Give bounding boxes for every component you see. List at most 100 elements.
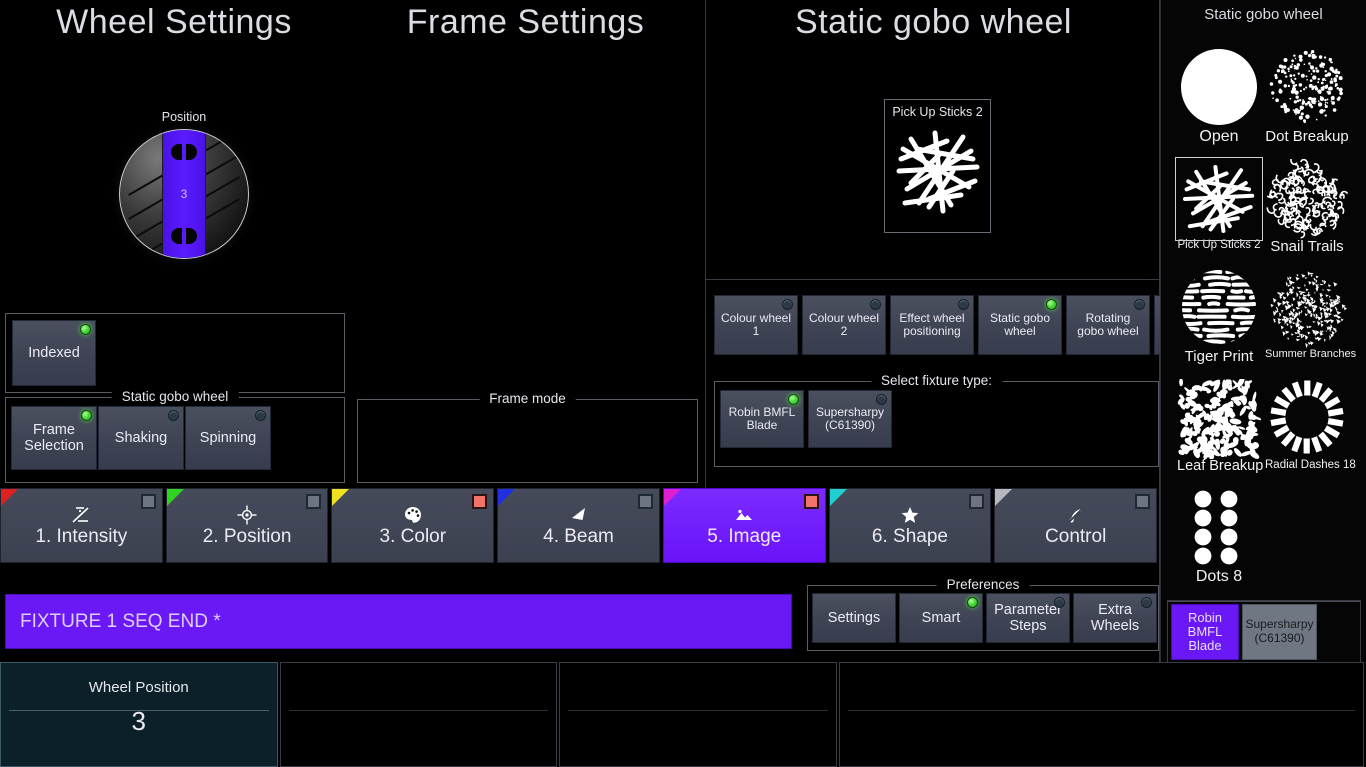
button-robin-bmfl-blade-label: Robin BMFL Blade [728, 404, 796, 432]
tab-control[interactable]: Control [994, 488, 1158, 563]
gobo-art-open [1177, 49, 1261, 129]
encoder-wheel-position[interactable]: Wheel Position 3 [0, 662, 278, 767]
button-shaking[interactable]: Shaking [98, 406, 184, 470]
encoder-3[interactable] [559, 662, 837, 767]
palette-icon [402, 503, 424, 527]
sidebar-button-supersharpy[interactable]: Supersharpy (C61390) [1242, 604, 1317, 660]
tab-indicator-position[interactable] [306, 494, 322, 509]
tab-corner-image [663, 489, 681, 506]
led-shaking [168, 410, 179, 421]
tab-beam[interactable]: 4. Beam [497, 488, 660, 563]
gobo-item-pick-up-sticks-2[interactable]: Pick Up Sticks 2 [1175, 157, 1263, 251]
tab-color[interactable]: 3. Color [331, 488, 495, 563]
button-robin-bmfl-blade[interactable]: Robin BMFL Blade [720, 390, 804, 448]
position-wheel[interactable]: 3 [119, 129, 249, 259]
gobo-item-tiger-print[interactable]: Tiger Print [1177, 269, 1261, 365]
button-shaking-label: Shaking [114, 429, 168, 446]
tab-corner-intensity [1, 489, 18, 506]
tab-indicator-color[interactable] [472, 494, 488, 509]
star-icon [899, 503, 921, 527]
gobo-art-radial-dashes-18 [1265, 379, 1349, 459]
button-effect-wheel-positioning[interactable]: Effect wheel positioning [890, 295, 974, 355]
gobo-art-leaf-breakup [1177, 377, 1262, 461]
led-supersharpy [876, 394, 887, 405]
gobo-item-radial-dashes-18[interactable]: Radial Dashes 18 [1265, 379, 1356, 471]
button-parameter-steps-label: Parameter Steps [994, 601, 1062, 634]
gobo-item-leaf-breakup[interactable]: Leaf Breakup [1177, 377, 1263, 474]
button-rotating-gobo-wheel-label: Rotating gobo wheel [1077, 310, 1139, 338]
encoder-3-name [560, 663, 836, 679]
led-static-gobo-wheel [1046, 299, 1057, 310]
encoder-wheel-position-value: 3 [131, 706, 146, 736]
tab-indicator-control[interactable] [1135, 494, 1151, 509]
led-frame-selection [81, 410, 92, 421]
gobo-item-dot-breakup[interactable]: Dot Breakup [1265, 49, 1349, 145]
wheel-mode-group: Indexed [5, 313, 345, 393]
encoder-2[interactable] [279, 662, 558, 767]
gobo-grid: Open Dot Breakup Pick Up Sticks 2 Snail … [1161, 23, 1366, 602]
gobo-label-snail-trails: Snail Trails [1270, 238, 1344, 255]
gobo-sidebar-title: Static gobo wheel [1204, 6, 1323, 23]
gobo-label-dots-8: Dots 8 [1195, 568, 1243, 585]
frame-settings-title: Frame Settings [406, 3, 645, 41]
frame-mode-group-caption: Frame mode [479, 391, 576, 406]
tab-shape[interactable]: 6. Shape [828, 488, 992, 563]
tab-shape-label: 6. Shape [871, 526, 948, 547]
gobo-item-open[interactable]: Open [1177, 49, 1261, 146]
button-colour-wheel-2-label: Colour wheel 2 [808, 310, 880, 338]
preferences-caption: Preferences [936, 577, 1030, 592]
button-smart-label: Smart [921, 609, 961, 626]
button-frame-selection[interactable]: Frame Selection [11, 406, 97, 470]
tab-indicator-beam[interactable] [637, 494, 653, 509]
tab-image[interactable]: 5. Image [662, 488, 826, 563]
static-gobo-wheel-group-caption: Static gobo wheel [111, 389, 239, 404]
button-smart[interactable]: Smart [899, 593, 983, 643]
button-extra-wheels-label: Extra Wheels [1090, 601, 1140, 634]
position-wheel-widget[interactable]: Position 3 [119, 110, 249, 259]
intensity-icon [70, 503, 92, 527]
button-static-gobo-wheel[interactable]: Static gobo wheel [978, 295, 1062, 355]
control-icon [1065, 503, 1087, 527]
tab-corner-position [166, 489, 184, 506]
tab-beam-label: 4. Beam [543, 526, 614, 547]
parameter-tab-bar: 1. Intensity 2. Position 3. Color 4. Bea… [0, 488, 1160, 563]
led-colour-wheel-2 [870, 299, 881, 310]
sequence-bar[interactable]: FIXTURE 1 SEQ END * [5, 594, 792, 649]
sidebar-button-robin-bmfl-blade[interactable]: Robin BMFL Blade [1171, 604, 1239, 660]
tab-position-label: 2. Position [202, 526, 292, 547]
encoder-rule [9, 710, 269, 711]
preferences-group: Preferences Settings Smart Parameter Ste… [807, 577, 1159, 651]
position-wheel-value: 3 [180, 187, 188, 201]
encoder-3-value [560, 679, 836, 689]
gobo-item-summer-branches[interactable]: Summer Branches [1265, 269, 1356, 361]
button-colour-wheel-1[interactable]: Colour wheel 1 [714, 295, 798, 355]
button-indexed[interactable]: Indexed [12, 320, 96, 386]
gobo-preview: Pick Up Sticks 2 [884, 99, 991, 233]
button-spinning-label: Spinning [199, 429, 257, 446]
button-parameter-steps[interactable]: Parameter Steps [986, 593, 1070, 643]
gobo-label-open: Open [1199, 128, 1239, 145]
gobo-label-pick-up-sticks-2: Pick Up Sticks 2 [1177, 239, 1261, 251]
tab-indicator-shape[interactable] [969, 494, 985, 509]
encoder-4[interactable] [838, 662, 1365, 767]
fixture-type-group-caption: Select fixture type: [870, 373, 1003, 388]
tab-position[interactable]: 2. Position [165, 488, 329, 563]
gobo-label-radial-dashes-18: Radial Dashes 18 [1265, 459, 1356, 471]
tab-indicator-intensity[interactable] [140, 494, 156, 509]
button-rotating-gobo-wheel[interactable]: Rotating gobo wheel [1066, 295, 1150, 355]
divider-gobo-bottom [706, 279, 1159, 280]
button-spinning[interactable]: Spinning [185, 406, 271, 470]
gobo-item-snail-trails[interactable]: Snail Trails [1265, 154, 1349, 255]
encoder-4-value [840, 679, 1363, 689]
tab-intensity[interactable]: 1. Intensity [0, 488, 163, 563]
button-colour-wheel-2[interactable]: Colour wheel 2 [802, 295, 886, 355]
button-extra-wheels[interactable]: Extra Wheels [1073, 593, 1157, 643]
gobo-item-dots-8[interactable]: Dots 8 [1177, 489, 1261, 586]
button-settings[interactable]: Settings [812, 593, 896, 643]
sidebar-button-supersharpy-label: Supersharpy (C61390) [1245, 617, 1314, 645]
gobo-label-dot-breakup: Dot Breakup [1265, 128, 1349, 145]
button-supersharpy[interactable]: Supersharpy (C61390) [808, 390, 892, 448]
button-indexed-label: Indexed [28, 344, 80, 361]
gobo-art-snail-trails [1265, 154, 1349, 239]
tab-indicator-image[interactable] [803, 494, 819, 509]
